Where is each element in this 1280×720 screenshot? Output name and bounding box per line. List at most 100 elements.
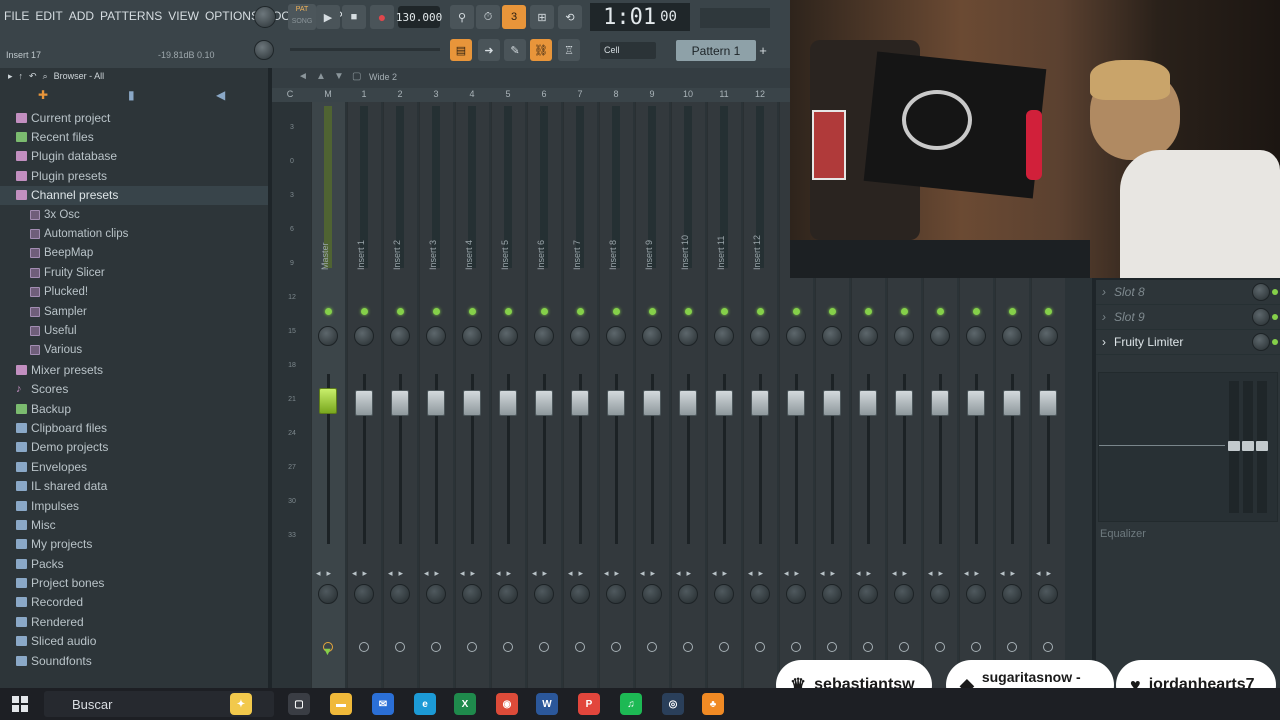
pan-knob[interactable]: [930, 326, 950, 346]
mute-led[interactable]: [793, 308, 800, 315]
stereo-arrows-icon[interactable]: ◂▸: [856, 568, 877, 579]
insert-strip[interactable]: Insert 9 ◂▸: [634, 102, 670, 688]
pan-knob[interactable]: [318, 326, 338, 346]
stereo-arrows-icon[interactable]: ◂▸: [748, 568, 769, 579]
route-icon[interactable]: [431, 642, 441, 652]
eq-fader-low[interactable]: [1228, 381, 1240, 513]
insert-strip[interactable]: Insert 6 ◂▸: [526, 102, 562, 688]
browser-item[interactable]: 3x Osc: [0, 205, 268, 224]
stereo-knob[interactable]: [714, 584, 734, 604]
effect-slot[interactable]: › Slot 8: [1096, 280, 1280, 305]
link-icon[interactable]: ⛓: [530, 39, 552, 61]
pitch-knob[interactable]: [254, 40, 274, 60]
pattern-selector[interactable]: Pattern 1: [676, 40, 756, 61]
route-icon[interactable]: [971, 642, 981, 652]
pan-knob[interactable]: [678, 326, 698, 346]
route-icon[interactable]: [611, 642, 621, 652]
browser-item[interactable]: Project bones: [0, 573, 268, 592]
slot-enable-led[interactable]: [1272, 314, 1278, 320]
route-icon[interactable]: [503, 642, 513, 652]
menu-edit[interactable]: EDIT: [35, 9, 62, 23]
stereo-knob[interactable]: [930, 584, 950, 604]
pan-knob[interactable]: [570, 326, 590, 346]
menu-file[interactable]: FILE: [4, 9, 29, 23]
mute-led[interactable]: [325, 308, 332, 315]
pan-knob[interactable]: [354, 326, 374, 346]
menu-view[interactable]: VIEW: [168, 9, 199, 23]
slot-mix-knob[interactable]: [1252, 333, 1270, 351]
mute-led[interactable]: [577, 308, 584, 315]
sparkle-icon[interactable]: ✦: [230, 693, 252, 715]
mute-led[interactable]: [541, 308, 548, 315]
playlist-icon[interactable]: ▤: [450, 39, 472, 61]
stereo-knob[interactable]: [570, 584, 590, 604]
steam-icon[interactable]: ◎: [662, 693, 684, 715]
volume-fader[interactable]: [643, 390, 661, 416]
browser-item[interactable]: IL shared data: [0, 476, 268, 495]
play-button[interactable]: ▶: [316, 5, 340, 29]
browser-item[interactable]: Plugin presets: [0, 166, 268, 185]
stereo-knob[interactable]: [534, 584, 554, 604]
volume-fader[interactable]: [535, 390, 553, 416]
volume-fader[interactable]: [427, 390, 445, 416]
route-icon[interactable]: [395, 642, 405, 652]
stereo-arrows-icon[interactable]: ◂▸: [388, 568, 409, 579]
slot-mix-knob[interactable]: [1252, 283, 1270, 301]
pan-knob[interactable]: [714, 326, 734, 346]
stereo-knob[interactable]: [894, 584, 914, 604]
menu-options[interactable]: OPTIONS: [205, 9, 259, 23]
insert-strip[interactable]: Insert 12 ◂▸: [742, 102, 778, 688]
pan-knob[interactable]: [858, 326, 878, 346]
metronome-icon[interactable]: ⚲: [450, 5, 474, 29]
stereo-arrows-icon[interactable]: ◂▸: [820, 568, 841, 579]
speaker-icon[interactable]: ◀: [216, 88, 225, 102]
snap-selector[interactable]: Cell: [600, 42, 656, 59]
volume-fader[interactable]: [1039, 390, 1057, 416]
stereo-arrows-icon[interactable]: ◂▸: [460, 568, 481, 579]
insert-strip[interactable]: Insert 4 ◂▸: [454, 102, 490, 688]
stereo-knob[interactable]: [750, 584, 770, 604]
stereo-arrows-icon[interactable]: ◂▸: [928, 568, 949, 579]
master-strip[interactable]: Master ◂▸: [310, 102, 346, 688]
mixer-up-icon[interactable]: ▲: [316, 71, 326, 82]
effect-slot[interactable]: › Fruity Limiter: [1096, 330, 1280, 355]
browser-item[interactable]: Recorded: [0, 593, 268, 612]
pan-knob[interactable]: [750, 326, 770, 346]
mute-led[interactable]: [1045, 308, 1052, 315]
wait-icon[interactable]: ⏱: [476, 5, 500, 29]
browser-item[interactable]: Plucked!: [0, 283, 268, 302]
browser-menu-icon[interactable]: ▸: [8, 68, 13, 84]
word-icon[interactable]: W: [536, 693, 558, 715]
pan-knob[interactable]: [1038, 326, 1058, 346]
volume-fader[interactable]: [571, 390, 589, 416]
route-icon[interactable]: [827, 642, 837, 652]
pat-song-toggle[interactable]: PAT SONG: [288, 4, 316, 30]
stereo-arrows-icon[interactable]: ◂▸: [352, 568, 373, 579]
loop-record-icon[interactable]: ⟲: [558, 5, 582, 29]
menu-patterns[interactable]: PATTERNS: [100, 9, 162, 23]
route-icon[interactable]: [791, 642, 801, 652]
mute-led[interactable]: [865, 308, 872, 315]
browser-item[interactable]: Backup: [0, 399, 268, 418]
volume-fader[interactable]: [895, 390, 913, 416]
slot-enable-led[interactable]: [1272, 339, 1278, 345]
stereo-arrows-icon[interactable]: ◂▸: [892, 568, 913, 579]
browser-item[interactable]: Automation clips: [0, 224, 268, 243]
mute-led[interactable]: [505, 308, 512, 315]
pan-knob[interactable]: [462, 326, 482, 346]
route-icon[interactable]: [467, 642, 477, 652]
slot-mix-knob[interactable]: [1252, 308, 1270, 326]
route-icon[interactable]: [1043, 642, 1053, 652]
volume-fader[interactable]: [355, 390, 373, 416]
insert-strip[interactable]: Insert 1 ◂▸: [346, 102, 382, 688]
volume-fader[interactable]: [391, 390, 409, 416]
countdown-icon[interactable]: 3: [502, 5, 526, 29]
pan-knob[interactable]: [894, 326, 914, 346]
mute-led[interactable]: [685, 308, 692, 315]
pan-knob[interactable]: [606, 326, 626, 346]
stereo-arrows-icon[interactable]: ◂▸: [496, 568, 517, 579]
browser-item[interactable]: Rendered: [0, 612, 268, 631]
browser-item[interactable]: Packs: [0, 554, 268, 573]
browser-item[interactable]: Current project: [0, 108, 268, 127]
volume-fader[interactable]: [967, 390, 985, 416]
